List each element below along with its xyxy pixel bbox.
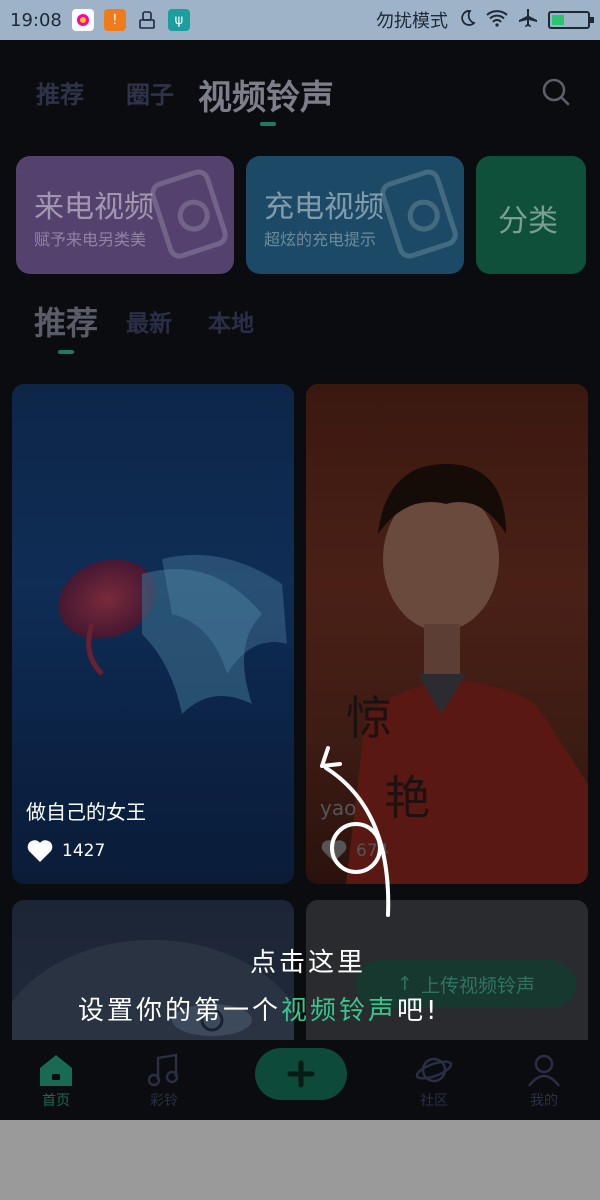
user-icon [528,1054,560,1087]
nav-community[interactable]: 社区 [394,1046,474,1110]
guide-prefix: 设置你的第一个 [78,996,282,1026]
subtab-recommend[interactable]: 推荐 [34,298,98,344]
tab-video-ringtone[interactable]: 视频铃声 [198,70,334,119]
phone-icon [377,166,461,262]
heart-icon [27,840,53,862]
music-note-icon [147,1053,179,1087]
moon-icon [458,9,476,32]
battery-icon [548,11,594,29]
subtab-latest[interactable]: 最新 [126,304,172,338]
guide-text-line1: 点击这里 [250,948,367,978]
video-card[interactable]: 做自己的女王 1427 [12,384,294,884]
tab-recommend[interactable]: 推荐 [36,75,84,110]
tab-indicator [260,122,276,126]
card-title: 做自己的女王 [26,800,146,824]
airplane-icon [518,8,538,33]
status-bar: 19:08 ! ψ 勿扰模式 [0,0,600,40]
tab-circle[interactable]: 圈子 [126,75,174,110]
banner-charging-video[interactable]: 充电视频 超炫的充电提示 [246,156,464,274]
add-button[interactable] [255,1048,347,1100]
dnd-label: 勿扰模式 [376,11,448,32]
banner-incoming-call-video[interactable]: 来电视频 赋予来电另类美 [16,156,234,274]
nav-ringtone[interactable]: 彩铃 [124,1046,204,1110]
bottom-nav: 首页 彩铃 社区 我的 [0,1040,600,1120]
search-icon[interactable] [540,76,572,108]
banner-title: 充电视频 [264,190,384,225]
guide-arrow-icon [320,746,391,917]
banner-category[interactable]: 分类 [476,156,586,274]
nav-home[interactable]: 首页 [16,1046,96,1110]
banner-row: 来电视频 赋予来电另类美 充电视频 超炫的充电提示 分类 [16,156,600,274]
nav-label: 我的 [530,1093,558,1109]
guide-suffix: 吧! [397,996,440,1026]
banner-subtitle: 超炫的充电提示 [264,230,377,249]
clean-icon [136,9,158,31]
banner-title: 分类 [498,204,558,239]
top-nav: 推荐 圈子 视频铃声 [0,40,600,140]
warning-icon: ! [103,9,126,31]
sub-tabs: 推荐 最新 本地 [0,290,600,360]
system-nav-area [0,1120,600,1200]
subtab-indicator [58,350,74,354]
banner-subtitle: 赋予来电另类美 [34,230,147,249]
banner-title: 来电视频 [34,190,154,225]
nav-label: 彩铃 [150,1093,178,1109]
status-time: 19:08 [10,9,62,31]
subtab-local[interactable]: 本地 [208,304,254,338]
nav-mine[interactable]: 我的 [504,1046,584,1110]
usb-icon: ψ [167,9,190,31]
nav-label: 首页 [42,1093,70,1109]
guide-highlight: 视频铃声 [281,996,398,1026]
phone-icon [147,166,231,262]
like-count: 1427 [62,841,106,861]
card-likes: 1427 [26,838,105,864]
plus-icon [287,1060,315,1088]
nav-label: 社区 [420,1093,448,1109]
wifi-icon [486,9,508,32]
app-screen: 推荐 圈子 视频铃声 来电视频 赋予来电另类美 充电视频 超炫的充电提示 分类 … [0,40,600,1120]
home-icon [40,1055,72,1086]
app-notification-icon [71,9,94,31]
guide-text-line2: 设置你的第一个视频铃声吧! [78,990,439,1027]
planet-icon [415,1057,453,1083]
